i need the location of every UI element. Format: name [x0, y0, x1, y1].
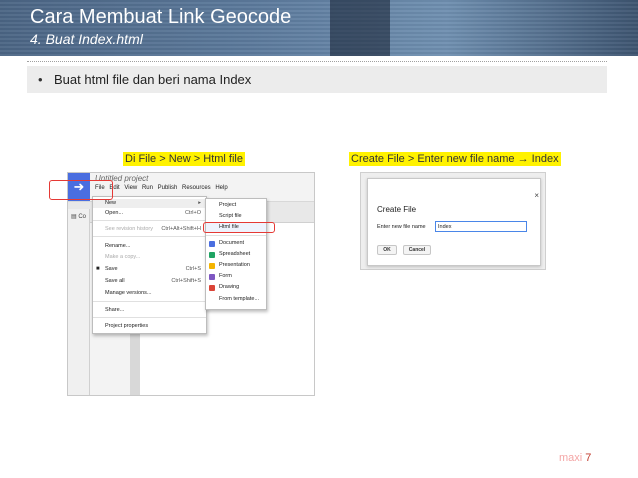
menu-item-label: Share... — [105, 307, 125, 313]
submenu-item-label: From template... — [219, 296, 260, 302]
menu-item-share[interactable]: Share... — [93, 306, 206, 315]
menu-item-label: Save — [105, 266, 118, 272]
file-name-input[interactable]: Index — [435, 221, 527, 232]
menu-item-rename[interactable]: Rename... — [93, 242, 206, 251]
close-icon[interactable]: × — [534, 191, 539, 200]
menu-item-manage-versions[interactable]: Manage versions... — [93, 289, 206, 298]
menu-item-shortcut: Ctrl+S — [185, 266, 201, 272]
document-icon — [209, 240, 215, 247]
presentation-icon — [209, 262, 215, 269]
menu-item-label: Project properties — [105, 323, 149, 329]
menu-item-label: Make a copy... — [105, 254, 141, 260]
menu-run[interactable]: Run — [142, 185, 153, 191]
menu-separator — [93, 301, 206, 302]
menu-item-project-properties[interactable]: Project properties — [93, 322, 206, 331]
submenu-item-label: Document — [219, 240, 245, 246]
highlight-html-file — [203, 222, 275, 233]
menu-separator — [93, 317, 206, 318]
bullet-text: Buat html file dan beri nama Index — [54, 72, 252, 87]
submenu-item-script-file[interactable]: Script file — [206, 212, 266, 222]
menu-publish[interactable]: Publish — [158, 185, 178, 191]
submenu-item-document[interactable]: Document — [206, 239, 266, 249]
menu-item-label: Rename... — [105, 243, 131, 249]
dialog-title: Create File — [377, 205, 417, 214]
form-icon — [209, 273, 215, 280]
menu-item-shortcut: Ctrl+Shift+S — [171, 278, 201, 284]
bullet-dot: • — [38, 72, 43, 87]
header-dark-block — [330, 0, 390, 56]
submenu-item-label: Form — [219, 273, 232, 279]
caption-left: Di File > New > Html file — [123, 152, 245, 166]
cancel-button[interactable]: Cancel — [403, 245, 431, 255]
menu-item-save[interactable]: ■ Save Ctrl+S — [93, 265, 206, 274]
dotted-divider — [27, 61, 607, 62]
submenu-item-label: Script file — [219, 213, 242, 219]
menu-item-open[interactable]: Open... Ctrl+O — [93, 209, 206, 218]
menu-item-shortcut: Ctrl+Alt+Shift+H — [161, 226, 201, 232]
submenu-item-form[interactable]: Form — [206, 272, 266, 282]
menu-item-make-copy[interactable]: Make a copy... — [93, 253, 206, 262]
save-icon: ■ — [96, 266, 100, 272]
menu-separator — [93, 220, 206, 221]
file-name-label: Enter new file name — [377, 224, 426, 230]
ok-button[interactable]: OK — [377, 245, 397, 255]
menu-item-shortcut: Ctrl+O — [184, 210, 201, 216]
menu-resources[interactable]: Resources — [182, 185, 211, 191]
menu-item-label: See revision history — [105, 226, 153, 232]
menu-item-label: Save all — [105, 278, 125, 284]
caption-right: Create File > Enter new file name → Inde… — [349, 152, 561, 166]
file-icon[interactable]: ▤ Co — [71, 213, 86, 220]
submenu-item-spreadsheet[interactable]: Spreadsheet — [206, 250, 266, 260]
submenu-item-label: Presentation — [219, 262, 250, 268]
menu-separator — [206, 235, 266, 236]
menu-item-save-all[interactable]: Save all Ctrl+Shift+S — [93, 277, 206, 286]
dialog-screenshot: × Create File Enter new file name Index … — [360, 172, 546, 270]
slide-subtitle: 4. Buat Index.html — [30, 31, 143, 47]
file-menu: New ▸ Open... Ctrl+O See revision histor… — [92, 196, 207, 334]
submenu-item-presentation[interactable]: Presentation — [206, 261, 266, 271]
side-panel: ▤ Co — [68, 209, 90, 395]
side-label: Co — [78, 214, 87, 220]
bullet-box: • Buat html file dan beri nama Index — [27, 66, 607, 93]
menu-separator — [93, 236, 206, 237]
menu-item-label: New — [105, 200, 117, 206]
brand-logo: maxi — [559, 452, 583, 464]
submenu-item-drawing[interactable]: Drawing — [206, 283, 266, 293]
menu-view[interactable]: View — [124, 185, 137, 191]
submenu-item-label: Spreadsheet — [219, 251, 251, 257]
highlight-file-menu — [49, 180, 113, 200]
page-number: 7 — [585, 452, 592, 464]
submenu-item-from-template[interactable]: From template... — [206, 295, 266, 305]
slide-header: Cara Membuat Link Geocode 4. Buat Index.… — [0, 0, 638, 56]
submenu-arrow-icon: ▸ — [198, 200, 201, 206]
menu-help[interactable]: Help — [215, 185, 227, 191]
slide-footer: maxi 7 — [559, 452, 591, 464]
menu-item-label: Open... — [105, 210, 124, 216]
new-submenu: Project Script file Html file Document S… — [205, 198, 267, 310]
submenu-item-label: Drawing — [219, 284, 240, 290]
spreadsheet-icon — [209, 251, 215, 258]
slide-title: Cara Membuat Link Geocode — [30, 6, 292, 28]
submenu-item-label: Project — [219, 202, 237, 208]
submenu-item-project[interactable]: Project — [206, 201, 266, 211]
menu-item-revision-history[interactable]: See revision history Ctrl+Alt+Shift+H — [93, 225, 206, 234]
menu-item-label: Manage versions... — [105, 290, 152, 296]
drawing-icon — [209, 284, 215, 291]
menu-item-new[interactable]: New ▸ — [93, 199, 206, 208]
